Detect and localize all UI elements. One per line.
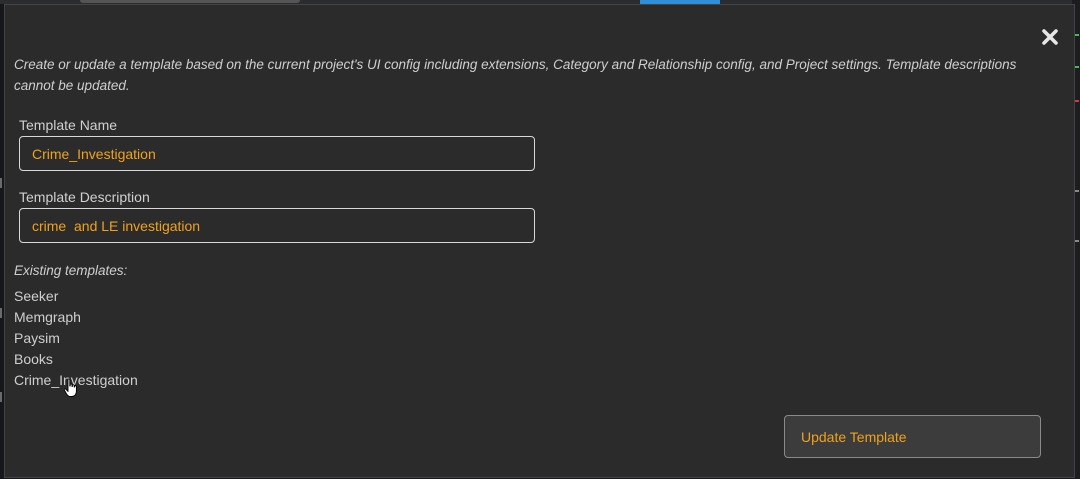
template-description-label: Template Description [19, 189, 150, 205]
background-marker [0, 308, 2, 318]
close-icon [1042, 29, 1058, 45]
close-button[interactable] [1040, 27, 1060, 47]
template-item-memgraph[interactable]: Memgraph [14, 307, 138, 328]
template-item-paysim[interactable]: Paysim [14, 328, 138, 349]
template-item-seeker[interactable]: Seeker [14, 286, 138, 307]
existing-templates-heading: Existing templates: [14, 263, 128, 278]
dialog-description: Create or update a template based on the… [14, 57, 1017, 93]
pointer-hand-icon [63, 378, 77, 397]
template-name-input[interactable] [19, 136, 535, 171]
update-template-button[interactable]: Update Template [784, 415, 1041, 458]
template-item-books[interactable]: Books [14, 349, 138, 370]
template-description-input[interactable] [19, 208, 535, 243]
template-name-label: Template Name [19, 117, 118, 133]
background-marker [0, 392, 2, 402]
background-tab [80, 0, 300, 3]
template-dialog: Create or update a template based on the… [4, 4, 1075, 478]
background-marker [0, 178, 2, 188]
existing-templates-list: Seeker Memgraph Paysim Books Crime_Inves… [14, 286, 138, 391]
